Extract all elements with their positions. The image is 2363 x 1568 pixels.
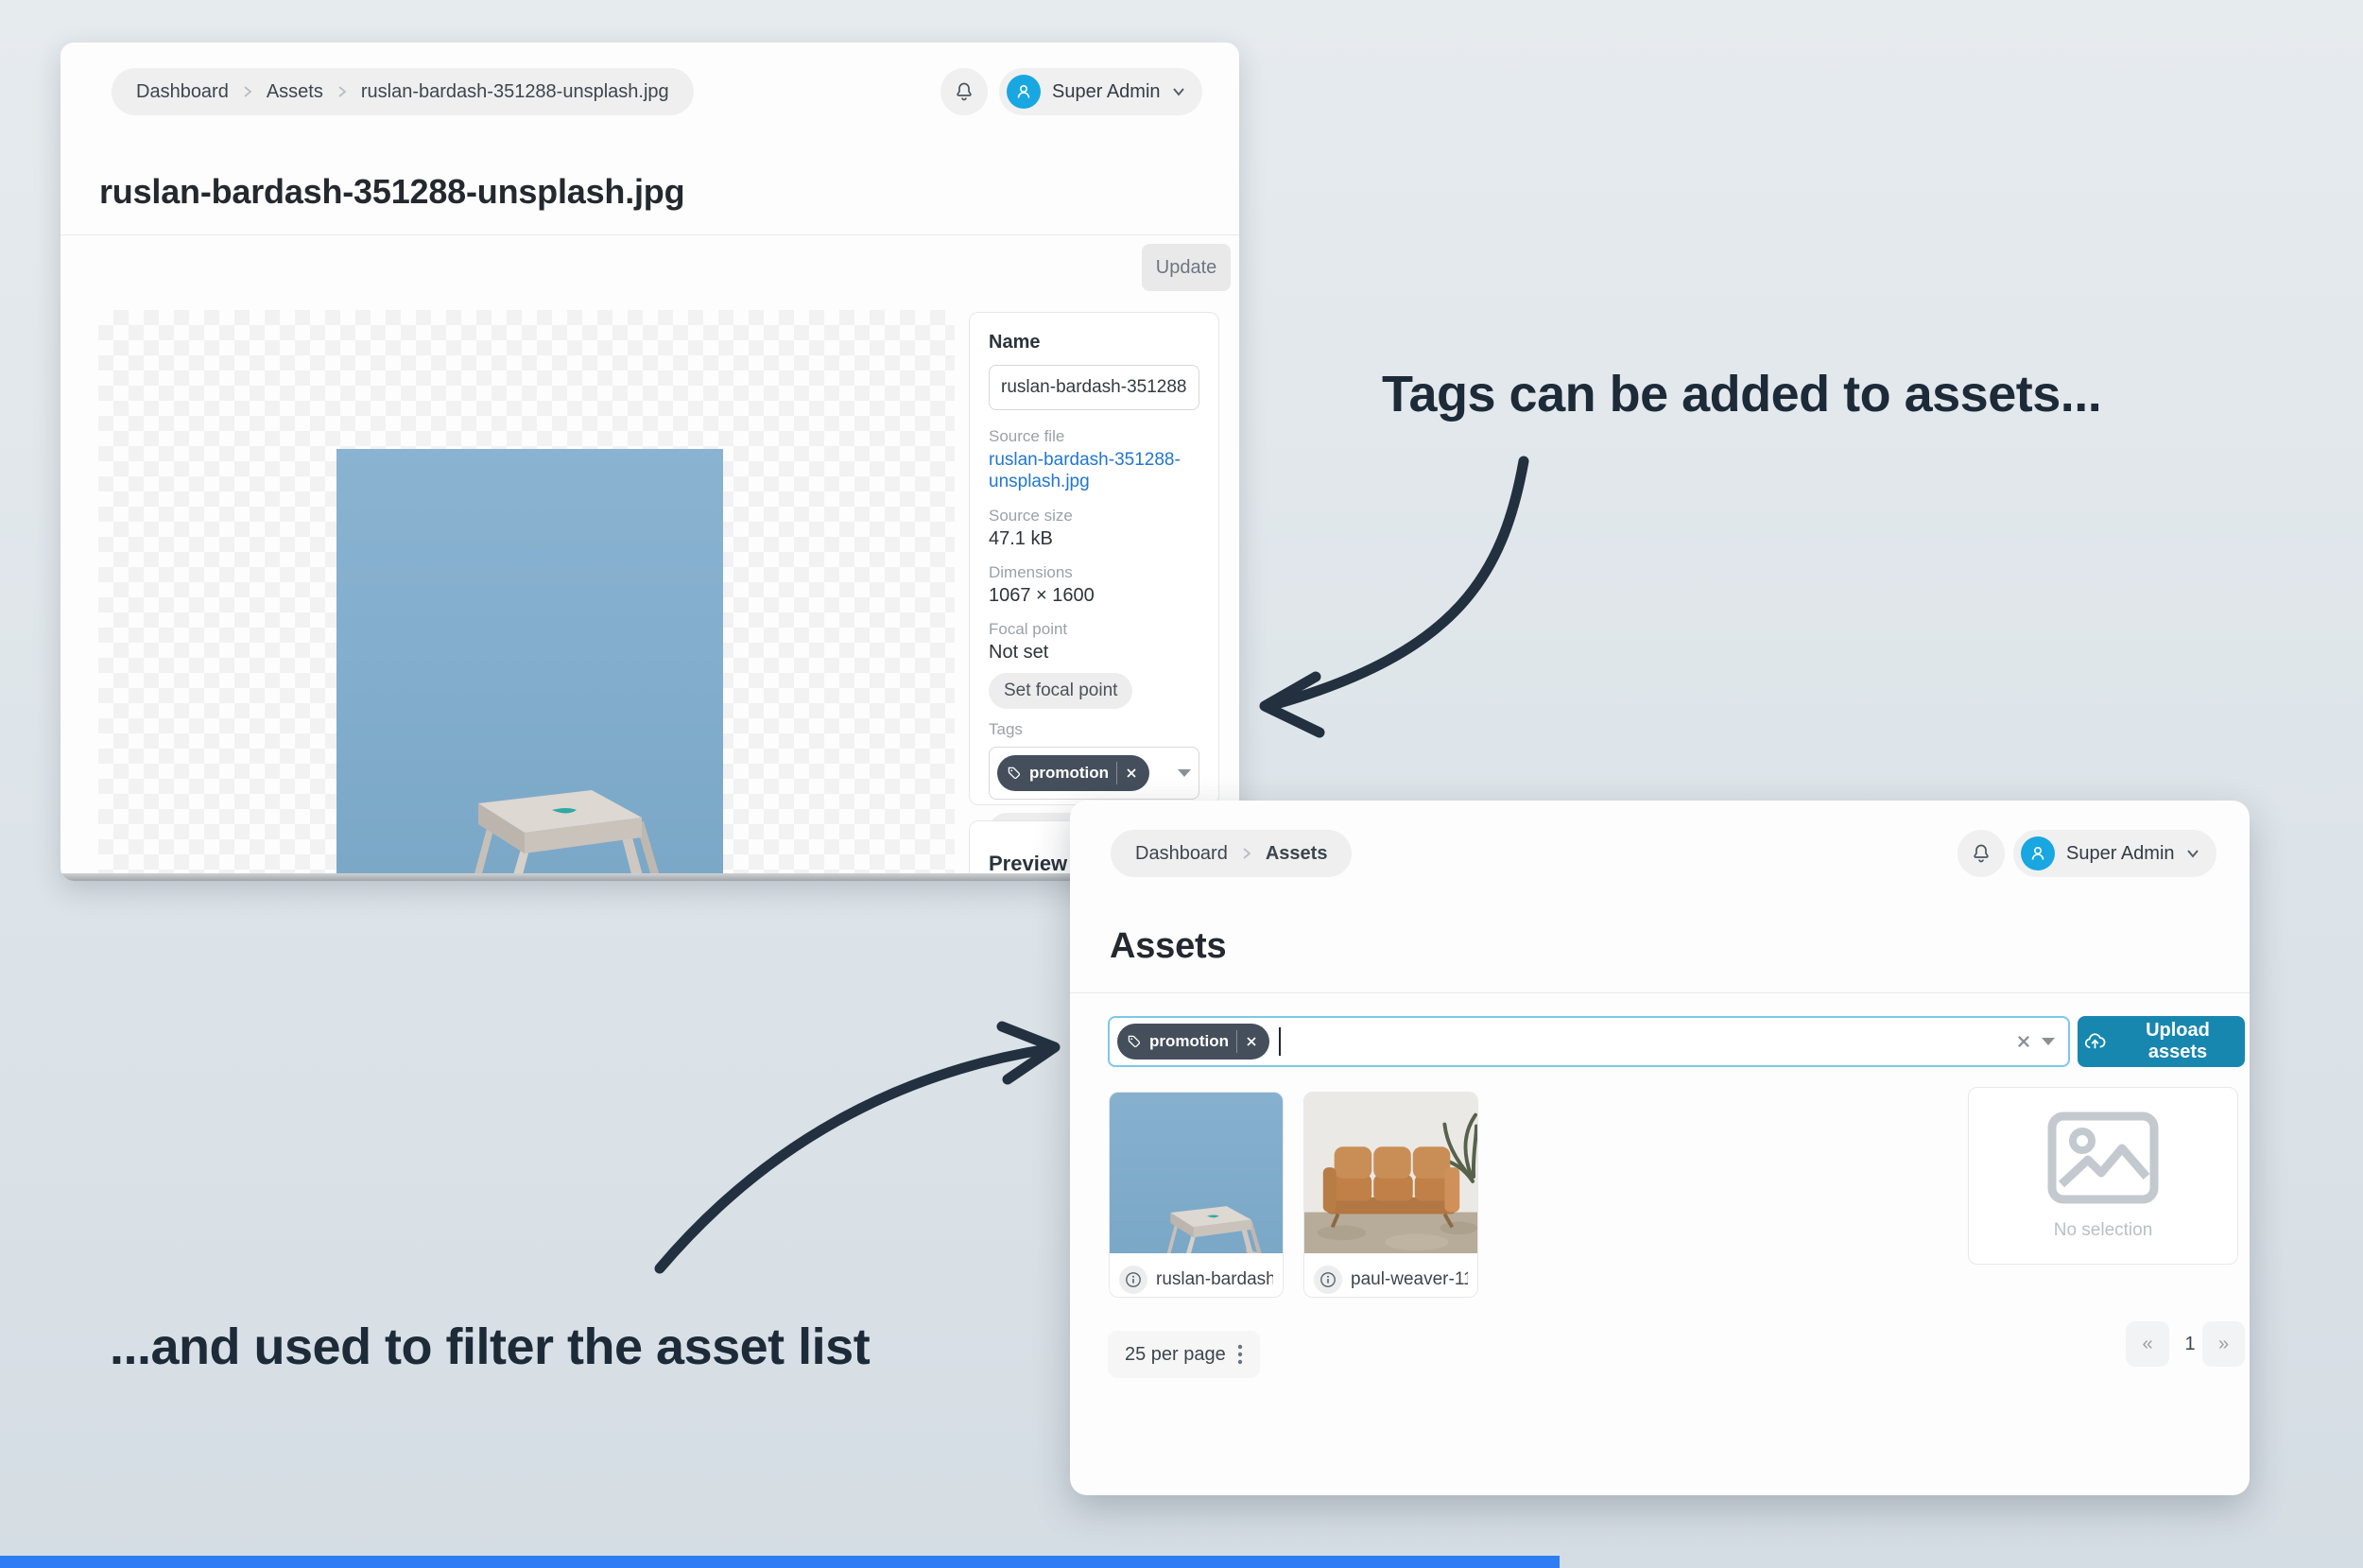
asset-card-footer: paul-weaver-1120 bbox=[1304, 1258, 1477, 1297]
chevron-separator-icon bbox=[338, 86, 347, 97]
tag-chip-promotion[interactable]: promotion bbox=[997, 754, 1150, 791]
breadcrumb-dashboard[interactable]: Dashboard bbox=[1135, 843, 1228, 865]
window-bottom-edge bbox=[60, 873, 1239, 881]
update-button[interactable]: Update bbox=[1142, 244, 1231, 291]
breadcrumb-dashboard[interactable]: Dashboard bbox=[136, 81, 229, 103]
asset-card[interactable]: paul-weaver-1120 bbox=[1303, 1092, 1478, 1298]
focal-point-value: Not set bbox=[989, 641, 1049, 663]
tags-dropdown-caret[interactable] bbox=[1178, 768, 1192, 777]
chip-divider bbox=[1236, 1030, 1238, 1053]
name-label: Name bbox=[989, 332, 1041, 353]
bell-icon bbox=[1974, 844, 1989, 863]
pagination-next-button[interactable]: » bbox=[2202, 1321, 2245, 1367]
filter-dropdown-caret[interactable] bbox=[2042, 1038, 2055, 1045]
no-selection-panel: No selection bbox=[1968, 1087, 2238, 1265]
image-placeholder-icon bbox=[2047, 1111, 2159, 1204]
source-size-value: 47.1 kB bbox=[989, 527, 1053, 549]
avatar bbox=[1007, 75, 1041, 109]
notifications-button[interactable] bbox=[1958, 830, 2005, 877]
annotation-tags-note: Tags can be added to assets... bbox=[1382, 366, 2102, 422]
tag-icon bbox=[1128, 1035, 1141, 1048]
annotation-filter-note: ...and used to filter the asset list bbox=[110, 1318, 871, 1375]
no-selection-label: No selection bbox=[2053, 1220, 2153, 1240]
source-size-label: Source size bbox=[989, 506, 1073, 525]
header-divider bbox=[1070, 992, 2250, 993]
filter-chip-promotion[interactable]: promotion bbox=[1117, 1024, 1270, 1060]
tags-input[interactable]: promotion bbox=[989, 746, 1199, 800]
remove-tag-icon[interactable] bbox=[1125, 767, 1138, 780]
asset-preview-area bbox=[98, 310, 955, 873]
asset-detail-window: Dashboard Assets ruslan-bardash-351288-u… bbox=[60, 43, 1239, 881]
dimensions-value: 1067 × 1600 bbox=[989, 584, 1095, 606]
pagination-prev-button[interactable]: « bbox=[2126, 1321, 2169, 1367]
avatar bbox=[2021, 836, 2055, 870]
user-menu[interactable]: Super Admin bbox=[999, 68, 1202, 115]
focal-point-label: Focal point bbox=[989, 619, 1068, 638]
chevron-down-icon bbox=[1172, 88, 1184, 96]
video-progress-bar[interactable] bbox=[0, 1556, 1560, 1568]
tag-chip-label: promotion bbox=[1029, 763, 1110, 782]
asset-thumbnail-stool bbox=[1110, 1093, 1283, 1297]
asset-thumbnail-couch bbox=[1304, 1093, 1477, 1256]
header-divider bbox=[60, 234, 1239, 235]
chevron-separator-icon bbox=[244, 86, 252, 97]
asset-meta-panel: Name Source file ruslan-bardash-351288-u… bbox=[969, 312, 1219, 849]
bell-icon bbox=[957, 82, 972, 101]
chevron-down-icon bbox=[2186, 850, 2199, 858]
chevron-separator-icon bbox=[1243, 848, 1251, 859]
user-name: Super Admin bbox=[1052, 80, 1161, 102]
chip-divider bbox=[1116, 761, 1118, 784]
page-title: Assets bbox=[1110, 926, 1227, 966]
curved-arrow-to-tags bbox=[1259, 456, 1529, 738]
curved-arrow-to-filter bbox=[654, 1021, 1061, 1274]
asset-filename: paul-weaver-1120 bbox=[1351, 1269, 1468, 1289]
pagination-current-page: 1 bbox=[2184, 1334, 2196, 1354]
person-icon bbox=[1017, 84, 1030, 98]
person-icon bbox=[2031, 846, 2044, 860]
asset-list-window: Dashboard Assets Super Admin Assets prom… bbox=[1070, 801, 2250, 1495]
stool-photo[interactable] bbox=[336, 449, 723, 873]
breadcrumb: Dashboard Assets bbox=[1111, 830, 1353, 877]
clear-filter-icon[interactable] bbox=[2015, 1033, 2032, 1050]
screen: Dashboard Assets ruslan-bardash-351288-u… bbox=[0, 0, 2363, 1568]
asset-filename: ruslan-bardash-35 bbox=[1156, 1269, 1273, 1289]
user-name: Super Admin bbox=[2066, 842, 2175, 864]
page-title: ruslan-bardash-351288-unsplash.jpg bbox=[99, 172, 685, 211]
notifications-button[interactable] bbox=[940, 68, 988, 115]
source-file-link[interactable]: ruslan-bardash-351288-unsplash.jpg bbox=[989, 450, 1189, 493]
per-page-label: 25 per page bbox=[1125, 1343, 1226, 1365]
asset-name-input[interactable] bbox=[989, 365, 1199, 410]
dimensions-label: Dimensions bbox=[989, 562, 1073, 581]
user-menu[interactable]: Super Admin bbox=[2013, 830, 2216, 877]
upload-assets-button[interactable]: Upload assets bbox=[2078, 1016, 2245, 1067]
filter-chip-label: promotion bbox=[1149, 1032, 1230, 1050]
per-page-select[interactable]: 25 per page bbox=[1108, 1331, 1260, 1378]
filter-input[interactable]: promotion bbox=[1108, 1016, 2070, 1067]
info-icon[interactable] bbox=[1314, 1266, 1342, 1294]
breadcrumb-assets: Assets bbox=[1265, 842, 1328, 864]
tags-label: Tags bbox=[989, 719, 1023, 738]
info-icon[interactable] bbox=[1119, 1266, 1147, 1294]
asset-card-footer: ruslan-bardash-35 bbox=[1110, 1258, 1283, 1297]
source-file-label: Source file bbox=[989, 427, 1065, 445]
breadcrumb: Dashboard Assets ruslan-bardash-351288-u… bbox=[112, 68, 694, 115]
text-cursor bbox=[1279, 1027, 1282, 1056]
asset-card[interactable]: ruslan-bardash-35 bbox=[1109, 1092, 1284, 1298]
breadcrumb-current-file: ruslan-bardash-351288-unsplash.jpg bbox=[360, 80, 669, 102]
set-focal-point-button[interactable]: Set focal point bbox=[989, 672, 1133, 709]
breadcrumb-assets[interactable]: Assets bbox=[267, 81, 323, 103]
tag-icon bbox=[1008, 767, 1021, 779]
upload-assets-label: Upload assets bbox=[2146, 1020, 2210, 1062]
kebab-menu-icon bbox=[1237, 1344, 1242, 1365]
cloud-upload-icon bbox=[2084, 1033, 2106, 1049]
remove-filter-icon[interactable] bbox=[1245, 1035, 1258, 1048]
